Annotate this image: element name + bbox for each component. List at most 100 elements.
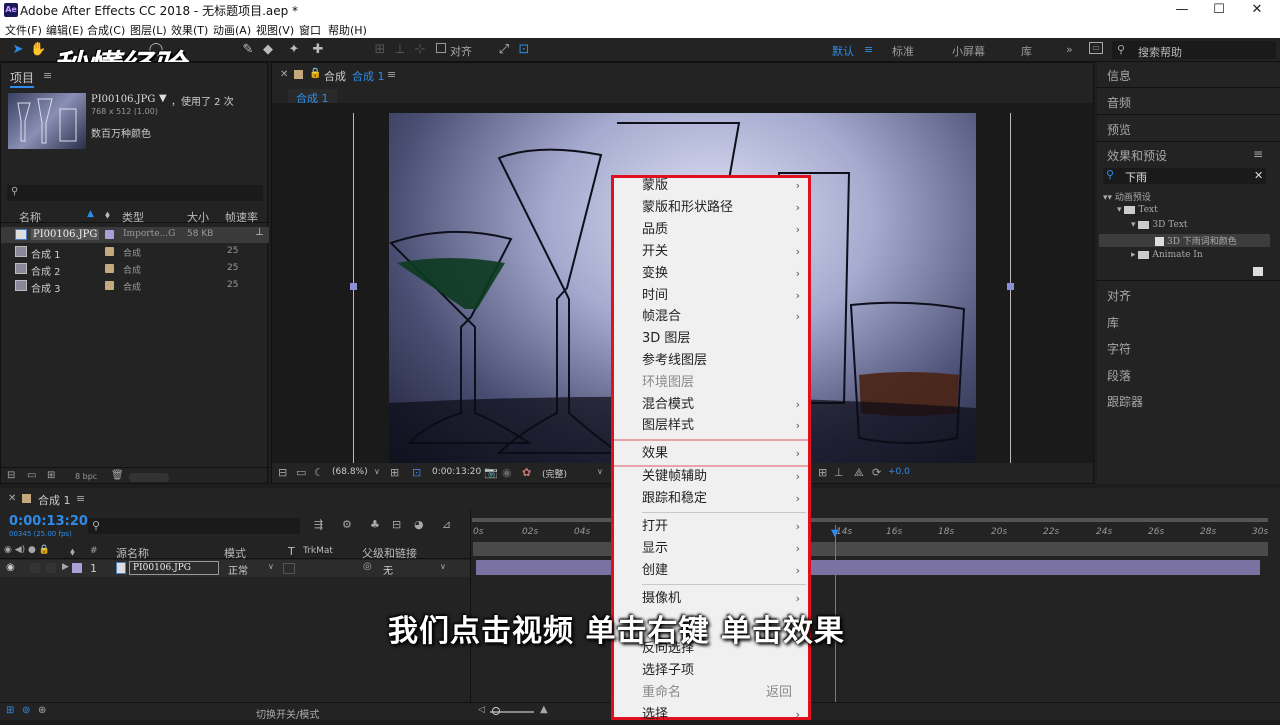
- column-source-name[interactable]: 源名称: [116, 545, 149, 561]
- tree-item-3d-text[interactable]: ▾ 3D Text: [1131, 220, 1188, 230]
- always-preview-icon[interactable]: ⊟: [278, 466, 287, 479]
- interpret-footage-icon[interactable]: ⊟: [7, 470, 15, 481]
- close-tab-icon[interactable]: ✕: [8, 493, 16, 504]
- timeline-tab-menu-icon[interactable]: ≡: [76, 492, 85, 505]
- menu-item-mask-shape-path[interactable]: 蒙版和形状路径 ›: [642, 198, 808, 218]
- snap-icon[interactable]: ⤢: [496, 42, 512, 58]
- trkmat-dropdown[interactable]: [283, 563, 295, 574]
- label-color-swatch[interactable]: [105, 264, 114, 273]
- resolution-dropdown-icon[interactable]: ∨: [597, 467, 603, 476]
- snap-target-icon[interactable]: ⊡: [516, 42, 532, 58]
- project-search-input[interactable]: ⚲: [7, 185, 263, 201]
- frame-blending-icon[interactable]: ⊟: [392, 518, 401, 531]
- menu-item-switches[interactable]: 开关 ›: [642, 242, 808, 262]
- effects-search-input[interactable]: ⚲ 下雨 ✕: [1103, 168, 1266, 184]
- new-composition-icon[interactable]: ⊞: [47, 470, 55, 481]
- zoom-in-icon[interactable]: ▲: [540, 704, 548, 715]
- minimize-button[interactable]: —: [1164, 0, 1200, 20]
- roto-tool-icon[interactable]: ✦: [286, 42, 302, 58]
- comp-timecode[interactable]: 0:00:13:20: [432, 467, 481, 477]
- reset-exposure-icon[interactable]: ⟳: [872, 466, 881, 479]
- work-area-range[interactable]: [473, 542, 1268, 556]
- menu-item-select-children[interactable]: 选择子项: [642, 661, 808, 681]
- new-preset-icon[interactable]: [1253, 267, 1263, 276]
- project-tab[interactable]: 项目: [10, 69, 35, 88]
- transfer-controls-icon[interactable]: ⊚: [22, 705, 30, 716]
- comp-tab-name[interactable]: 合成 1: [352, 68, 385, 84]
- zoom-dropdown-icon[interactable]: ∨: [374, 467, 380, 476]
- timeline-tab[interactable]: 合成 1: [38, 492, 71, 508]
- mode-dropdown-icon[interactable]: ∨: [268, 562, 274, 571]
- menu-composition[interactable]: 合成(C): [87, 22, 125, 38]
- parent-dropdown[interactable]: 无: [383, 562, 393, 577]
- timeline-search-input[interactable]: ⚲: [88, 518, 300, 534]
- timeline-link-icon[interactable]: ⊥: [834, 466, 844, 479]
- close-tab-icon[interactable]: ✕: [280, 69, 288, 80]
- in-out-icon[interactable]: ⊕: [38, 705, 46, 716]
- menu-item-layer-styles[interactable]: 图层样式 ›: [642, 416, 808, 436]
- panel-character[interactable]: 字符: [1107, 340, 1131, 357]
- workspace-menu-icon[interactable]: ≡: [864, 43, 873, 56]
- new-folder-icon[interactable]: ▭: [27, 470, 36, 481]
- monitor-icon[interactable]: ▭: [296, 466, 306, 479]
- snapshot-icon[interactable]: 📷: [484, 466, 498, 479]
- tree-item-animation-presets[interactable]: ▾▾ 动画预设: [1103, 190, 1151, 203]
- project-item-row[interactable]: PI00106.JPG Importe...G 58 KB ⊥: [1, 227, 269, 243]
- selection-tool-icon[interactable]: ➤: [10, 42, 26, 58]
- menu-item-quality[interactable]: 品质 ›: [642, 220, 808, 240]
- show-snapshot-icon[interactable]: ◉: [502, 466, 512, 479]
- exposure-value[interactable]: +0.0: [888, 467, 910, 477]
- panel-library[interactable]: 库: [1107, 314, 1119, 331]
- layer-name[interactable]: PI00106.JPG: [129, 561, 219, 575]
- menu-effect[interactable]: 效果(T): [171, 22, 208, 38]
- column-fps[interactable]: 帧速率: [225, 209, 258, 225]
- layer-label-swatch[interactable]: [72, 563, 82, 573]
- menu-item-keyframe-assistant[interactable]: 关键帧辅助 ›: [642, 467, 808, 487]
- panel-effects-presets[interactable]: 效果和预设: [1107, 147, 1167, 164]
- effects-menu-icon[interactable]: ≡: [1253, 147, 1263, 161]
- layer-duration-bar[interactable]: [476, 560, 1260, 575]
- workspace-small-screen[interactable]: 小屏幕: [952, 43, 985, 59]
- axis-tool-icon[interactable]: ⊞: [372, 42, 388, 58]
- solo-toggle[interactable]: [30, 563, 40, 573]
- workspace-library[interactable]: 库: [1021, 43, 1032, 59]
- menu-item-mask[interactable]: 蒙版 ›: [642, 176, 808, 196]
- tree-item-rain-preset[interactable]: 3D 下雨词和颜色: [1099, 234, 1270, 247]
- lock-toggle[interactable]: [46, 563, 56, 573]
- search-help-input[interactable]: ⚲ 搜索帮助: [1112, 41, 1276, 59]
- menu-view[interactable]: 视图(V): [256, 22, 294, 38]
- menu-layer[interactable]: 图层(L): [130, 22, 167, 38]
- menu-item-track-stabilize[interactable]: 跟踪和稳定 ›: [642, 489, 808, 509]
- tree-item-animate-in[interactable]: ▸ Animate In: [1131, 250, 1203, 260]
- menu-item-open[interactable]: 打开 ›: [642, 517, 808, 537]
- more-workspaces-icon[interactable]: »: [1066, 43, 1073, 56]
- layer-row[interactable]: ◉ ▶ 1 PI00106.JPG 正常 ∨ ◎ 无 ∨: [0, 560, 470, 577]
- visibility-eye-icon[interactable]: ◉: [6, 562, 15, 573]
- sort-ascending-icon[interactable]: ▲: [87, 209, 94, 219]
- flowchart-icon[interactable]: ⟁: [854, 466, 864, 480]
- thumbnail-slider[interactable]: [129, 473, 169, 482]
- clear-search-icon[interactable]: ✕: [1254, 169, 1263, 182]
- menu-file[interactable]: 文件(F): [5, 22, 42, 38]
- pin-tool-icon[interactable]: ✚: [310, 42, 326, 58]
- menu-item-transform[interactable]: 变换 ›: [642, 264, 808, 284]
- panel-audio[interactable]: 音频: [1107, 94, 1131, 111]
- menu-item-blending-mode[interactable]: 混合模式 ›: [642, 395, 808, 415]
- menu-animation[interactable]: 动画(A): [213, 22, 251, 38]
- pick-whip-icon[interactable]: ◎: [363, 561, 372, 572]
- menu-item-create[interactable]: 创建 ›: [642, 561, 808, 581]
- panel-paragraph[interactable]: 段落: [1107, 367, 1131, 384]
- menu-help[interactable]: 帮助(H): [328, 22, 367, 38]
- zoom-level[interactable]: (68.8%): [332, 467, 368, 477]
- usage-dropdown-icon[interactable]: ▼: [159, 93, 167, 104]
- menu-item-select[interactable]: 选择 ›: [642, 705, 808, 725]
- project-item-row[interactable]: 合成 3 合成 25: [1, 278, 269, 295]
- close-button[interactable]: ✕: [1239, 0, 1275, 20]
- composition-mini-flowchart-icon[interactable]: ⇶: [314, 518, 323, 531]
- safe-zones-icon[interactable]: ⊞: [390, 466, 399, 479]
- label-color-swatch[interactable]: [105, 281, 114, 290]
- parent-dropdown-icon[interactable]: ∨: [440, 562, 446, 571]
- project-item-row[interactable]: 合成 2 合成 25: [1, 261, 269, 278]
- align-checkbox[interactable]: [436, 43, 446, 53]
- label-tag-icon[interactable]: ⬧: [105, 208, 110, 222]
